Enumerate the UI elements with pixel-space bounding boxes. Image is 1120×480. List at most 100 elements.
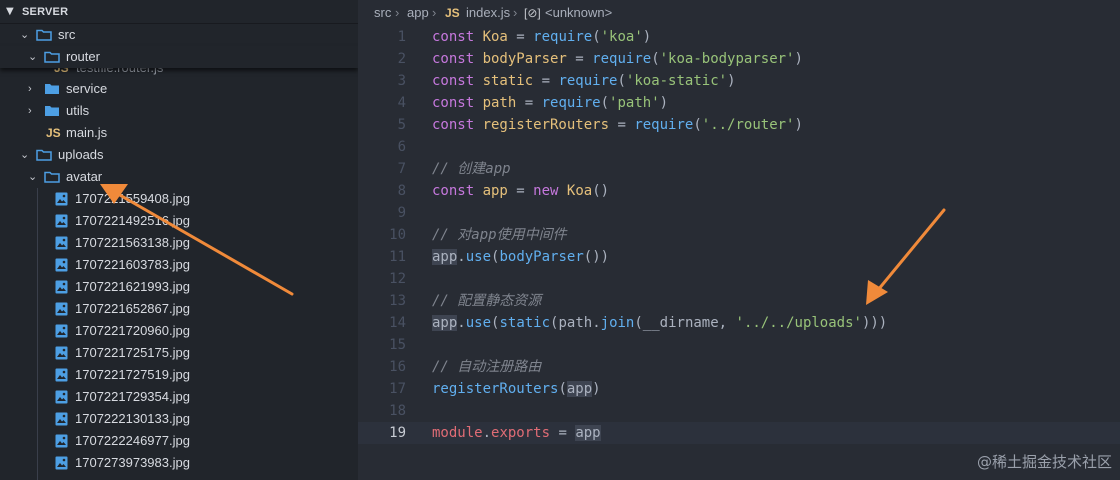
code-text: // 配置静态资源: [432, 293, 542, 309]
tree-item-file[interactable]: 1707221727519.jpg: [0, 364, 358, 386]
tree-item-label: router: [66, 49, 100, 64]
line-number: 1: [397, 29, 406, 45]
chevron-down-icon[interactable]: ▼: [6, 6, 14, 17]
image-file-icon: [55, 258, 68, 272]
breadcrumb-symbol[interactable]: <unknown>: [545, 0, 612, 26]
tree-item-file[interactable]: 1707221725175.jpg: [0, 342, 358, 364]
image-file-icon: [55, 456, 68, 470]
folder-open-icon: [36, 149, 52, 161]
tree-item-avatar[interactable]: ⌄ avatar: [0, 166, 358, 188]
symbol-icon: [⊘]: [524, 6, 541, 20]
tree-item-file[interactable]: 1707221563138.jpg: [0, 232, 358, 254]
tree-item-label: 1707222246977.jpg: [75, 433, 190, 448]
code-line[interactable]: 4 const path = require('path'): [358, 92, 1120, 114]
line-number: 13: [389, 293, 406, 309]
code-line[interactable]: 13 // 配置静态资源: [358, 290, 1120, 312]
explorer-header[interactable]: ▼ SERVER: [0, 0, 358, 24]
code-line[interactable]: 8 const app = new Koa(): [358, 180, 1120, 202]
line-number: 5: [397, 117, 406, 133]
code-line[interactable]: 19 module.exports = app: [358, 422, 1120, 444]
tree-item-file[interactable]: 1707273973983.jpg: [0, 452, 358, 474]
code-line[interactable]: 7 // 创建app: [358, 158, 1120, 180]
image-file-icon: [55, 390, 68, 404]
tree-item-label: uploads: [58, 147, 104, 162]
tree-item-file[interactable]: 1707221720960.jpg: [0, 320, 358, 342]
code-line[interactable]: 10 // 对app使用中间件: [358, 224, 1120, 246]
tree-item-main-js[interactable]: JS main.js: [0, 122, 358, 144]
code-text: const Koa = require('koa'): [432, 29, 652, 45]
breadcrumb-src[interactable]: src: [374, 0, 391, 26]
code-text: app.use(static(path.join(__dirname, '../…: [432, 315, 888, 331]
image-file-icon: [55, 324, 68, 338]
code-text: registerRouters(app): [432, 381, 601, 397]
code-line[interactable]: 1 const Koa = require('koa'): [358, 26, 1120, 48]
tree-item-file[interactable]: 1707221621993.jpg: [0, 276, 358, 298]
tree-item-file[interactable]: 1707222246977.jpg: [0, 430, 358, 452]
code-line[interactable]: 2 const bodyParser = require('koa-bodypar…: [358, 48, 1120, 70]
line-number: 6: [397, 139, 406, 155]
breadcrumb-separator: ›: [513, 5, 518, 20]
chevron-down-icon: ⌄: [20, 29, 30, 41]
line-number: 10: [389, 227, 406, 243]
tree-item-label: 1707221603783.jpg: [75, 257, 190, 272]
folder-open-icon: [44, 171, 60, 183]
folder-open-icon: [44, 51, 60, 63]
code-line[interactable]: 12: [358, 268, 1120, 290]
chevron-right-icon: ›: [28, 83, 32, 95]
tree-item-service[interactable]: › service: [0, 78, 358, 100]
line-number: 2: [397, 51, 406, 67]
code-line[interactable]: 9: [358, 202, 1120, 224]
tree-item-label: 1707221621993.jpg: [75, 279, 190, 294]
tree-item-file[interactable]: 1707221603783.jpg: [0, 254, 358, 276]
explorer-title: SERVER: [22, 6, 69, 18]
line-number: 15: [389, 337, 406, 353]
line-number: 12: [389, 271, 406, 287]
line-number: 17: [389, 381, 406, 397]
folder-open-icon: [36, 29, 52, 41]
watermark: @稀土掘金技术社区: [976, 453, 1112, 471]
tree-item-src[interactable]: ⌄ src: [0, 24, 358, 46]
line-number: 16: [389, 359, 406, 375]
code-text: module.exports = app: [432, 425, 601, 441]
code-line[interactable]: 17 registerRouters(app): [358, 378, 1120, 400]
chevron-right-icon: ›: [28, 105, 32, 117]
line-number: 3: [397, 73, 406, 89]
breadcrumb-app[interactable]: app: [407, 0, 429, 26]
code-line[interactable]: 15: [358, 334, 1120, 356]
tree-item-file[interactable]: 1707221652867.jpg: [0, 298, 358, 320]
code-line[interactable]: 5 const registerRouters = require('../rou…: [358, 114, 1120, 136]
breadcrumb-file[interactable]: index.js: [466, 0, 510, 26]
code-text: const registerRouters = require('../rout…: [432, 117, 803, 133]
tree-item-file[interactable]: 1707221492516.jpg: [0, 210, 358, 232]
code-line[interactable]: 16 // 自动注册路由: [358, 356, 1120, 378]
line-number: 18: [389, 403, 406, 419]
code-editor[interactable]: src › app › JS index.js › [⊘] <unknown> …: [358, 0, 1120, 480]
code-text: app.use(bodyParser()): [432, 249, 610, 265]
explorer-sidebar: ▼ SERVER ⌄ src ⌄ router JS testfile.rout…: [0, 0, 358, 480]
tree-item-label: 1707221563138.jpg: [75, 235, 190, 250]
code-line[interactable]: 11 app.use(bodyParser()): [358, 246, 1120, 268]
line-number: 9: [397, 205, 406, 221]
code-line[interactable]: 6: [358, 136, 1120, 158]
tree-item-router[interactable]: ⌄ router: [0, 46, 358, 68]
image-file-icon: [55, 434, 68, 448]
tree-item-label: main.js: [66, 125, 108, 140]
code-line[interactable]: 18: [358, 400, 1120, 422]
code-text: // 创建app: [432, 161, 511, 177]
tree-item-label: service: [66, 81, 108, 96]
breadcrumb: src › app › JS index.js › [⊘] <unknown>: [358, 0, 1120, 26]
tree-item-file[interactable]: 1707221559408.jpg: [0, 188, 358, 210]
image-file-icon: [55, 280, 68, 294]
folder-icon: [45, 106, 59, 116]
code-text: // 自动注册路由: [432, 359, 542, 375]
tree-item-file[interactable]: 1707221729354.jpg: [0, 386, 358, 408]
tree-item-label: 1707221559408.jpg: [75, 191, 190, 206]
tree-item-utils[interactable]: › utils: [0, 100, 358, 122]
tree-item-uploads[interactable]: ⌄ uploads: [0, 144, 358, 166]
tree-item-file[interactable]: 1707222130133.jpg: [0, 408, 358, 430]
tree-item-label: 1707221492516.jpg: [75, 213, 190, 228]
code-line[interactable]: 3 const static = require('koa-static'): [358, 70, 1120, 92]
code-text: const path = require('path'): [432, 95, 669, 111]
tree-item-label: 1707221725175.jpg: [75, 345, 190, 360]
code-line[interactable]: 14 app.use(static(path.join(__dirname, '.…: [358, 312, 1120, 334]
